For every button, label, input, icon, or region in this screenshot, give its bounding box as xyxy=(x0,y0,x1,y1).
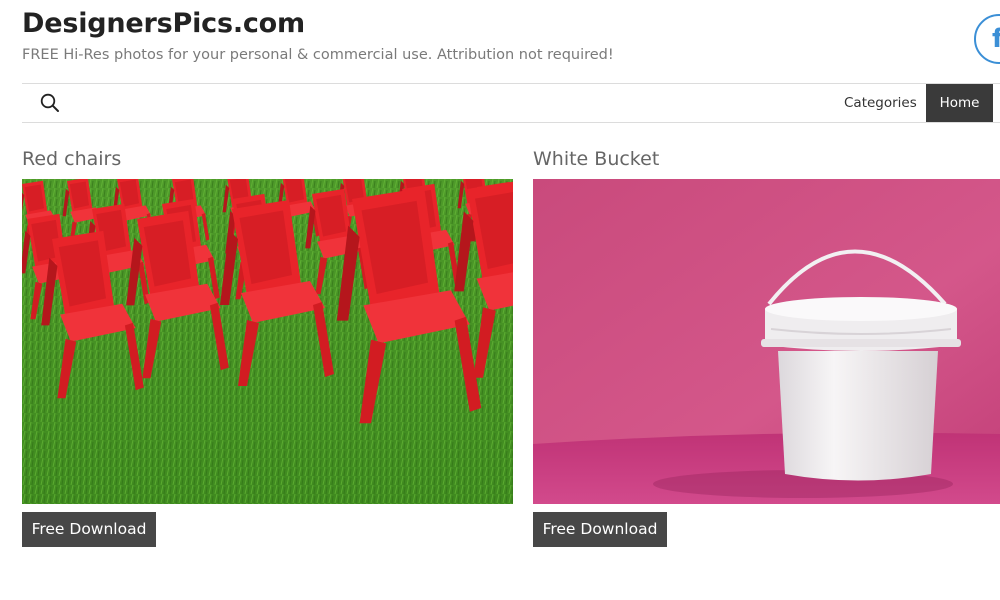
post-title-white-bucket[interactable]: White Bucket xyxy=(533,148,659,170)
post-title-red-chairs[interactable]: Red chairs xyxy=(22,148,121,170)
site-title[interactable]: DesignersPics.com xyxy=(22,8,305,39)
nav-item-home[interactable]: Home xyxy=(926,84,993,122)
free-download-button[interactable]: Free Download xyxy=(533,512,667,547)
facebook-icon[interactable]: f xyxy=(974,14,1000,64)
main-navbar: Categories Home xyxy=(22,83,1000,123)
red-chairs-image[interactable] xyxy=(22,179,513,504)
white-bucket-image[interactable] xyxy=(533,179,1000,504)
site-tagline: FREE Hi-Res photos for your personal & c… xyxy=(22,47,614,63)
search-icon[interactable] xyxy=(40,93,60,113)
nav-item-categories[interactable]: Categories xyxy=(844,84,917,122)
free-download-button[interactable]: Free Download xyxy=(22,512,156,547)
